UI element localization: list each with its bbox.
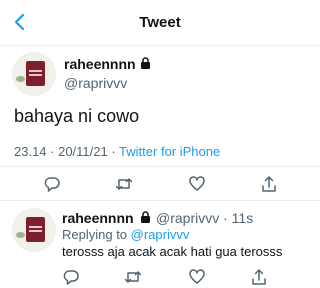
reply-handle-text: @raprivvv xyxy=(156,210,220,226)
divider xyxy=(0,166,320,167)
like-button[interactable] xyxy=(188,175,206,193)
retweet-button[interactable] xyxy=(115,175,133,193)
header-bar: Tweet xyxy=(0,0,320,46)
heart-icon xyxy=(189,269,205,284)
share-button[interactable] xyxy=(260,175,278,193)
tweet-source-link[interactable]: Twitter for iPhone xyxy=(119,144,220,159)
replying-to: Replying to @raprivvv xyxy=(62,227,189,242)
comment-icon xyxy=(63,270,79,285)
comment-icon xyxy=(44,177,60,192)
tweet-meta: 23.14 · 20/11/21 · Twitter for iPhone xyxy=(14,144,220,159)
divider xyxy=(0,200,320,201)
lock-icon xyxy=(141,211,150,223)
author-handle[interactable]: @raprivvv xyxy=(64,75,127,91)
reply-button[interactable] xyxy=(43,175,61,193)
like-button[interactable] xyxy=(188,268,206,286)
tweet-text: bahaya ni cowo xyxy=(14,106,140,126)
avatar[interactable] xyxy=(12,52,56,96)
reply-author-name[interactable]: raheennnn xyxy=(62,210,134,226)
retweet-button[interactable] xyxy=(124,268,142,286)
avatar[interactable] xyxy=(12,208,56,252)
page-title: Tweet xyxy=(139,14,181,31)
retweet-icon xyxy=(115,178,133,190)
share-icon xyxy=(262,176,276,192)
reply-button[interactable] xyxy=(62,268,80,286)
reply-author-handle[interactable]: @raprivvv · 11s xyxy=(156,210,253,226)
author-name[interactable]: raheennnn xyxy=(64,56,136,72)
replying-to-label: Replying to xyxy=(62,227,131,242)
lock-icon xyxy=(141,57,150,69)
heart-icon xyxy=(189,176,205,191)
reply-age: · 11s xyxy=(223,210,254,226)
replying-to-link[interactable]: @raprivvv xyxy=(131,227,190,242)
share-button[interactable] xyxy=(250,268,268,286)
share-icon xyxy=(252,269,266,285)
reply-text: terosss aja acak acak hati gua terosss xyxy=(62,244,283,259)
tweet-timestamp: 23.14 · 20/11/21 · xyxy=(14,144,120,159)
retweet-icon xyxy=(124,271,142,283)
